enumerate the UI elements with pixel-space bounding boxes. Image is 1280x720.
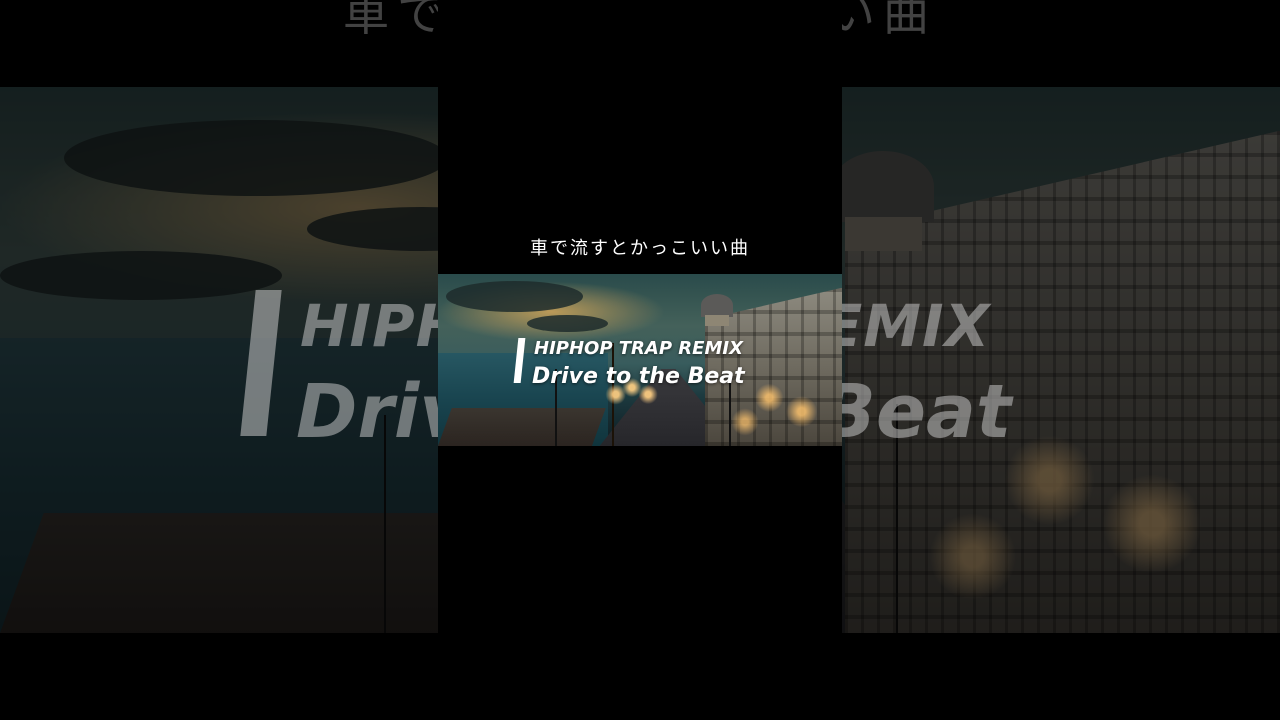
title-accent-bar	[513, 338, 526, 383]
video-caption: 車で流すとかっこいい曲	[530, 238, 750, 259]
background-blur-left: HIPHOP TRAP REMIX Drive to the Beat	[0, 87, 438, 633]
background-scene	[0, 87, 438, 633]
video-stage[interactable]: HIPHOP TRAP REMIX Drive to the Beat HIPH…	[0, 0, 1280, 720]
background-blur-right: HIPHOP TRAP REMIX Drive to the Beat	[842, 87, 1280, 633]
thumbnail-title-line2: Drive to the Beat	[532, 364, 745, 389]
thumbnail-title-line1: HIPHOP TRAP REMIX	[534, 338, 743, 359]
video-frame[interactable]: 車で流すとかっこいい曲 HIPHOP TRAP REMIX Drive to t	[438, 0, 842, 720]
background-scene	[842, 87, 1280, 633]
video-thumbnail[interactable]: HIPHOP TRAP REMIX Drive to the Beat	[438, 274, 842, 446]
